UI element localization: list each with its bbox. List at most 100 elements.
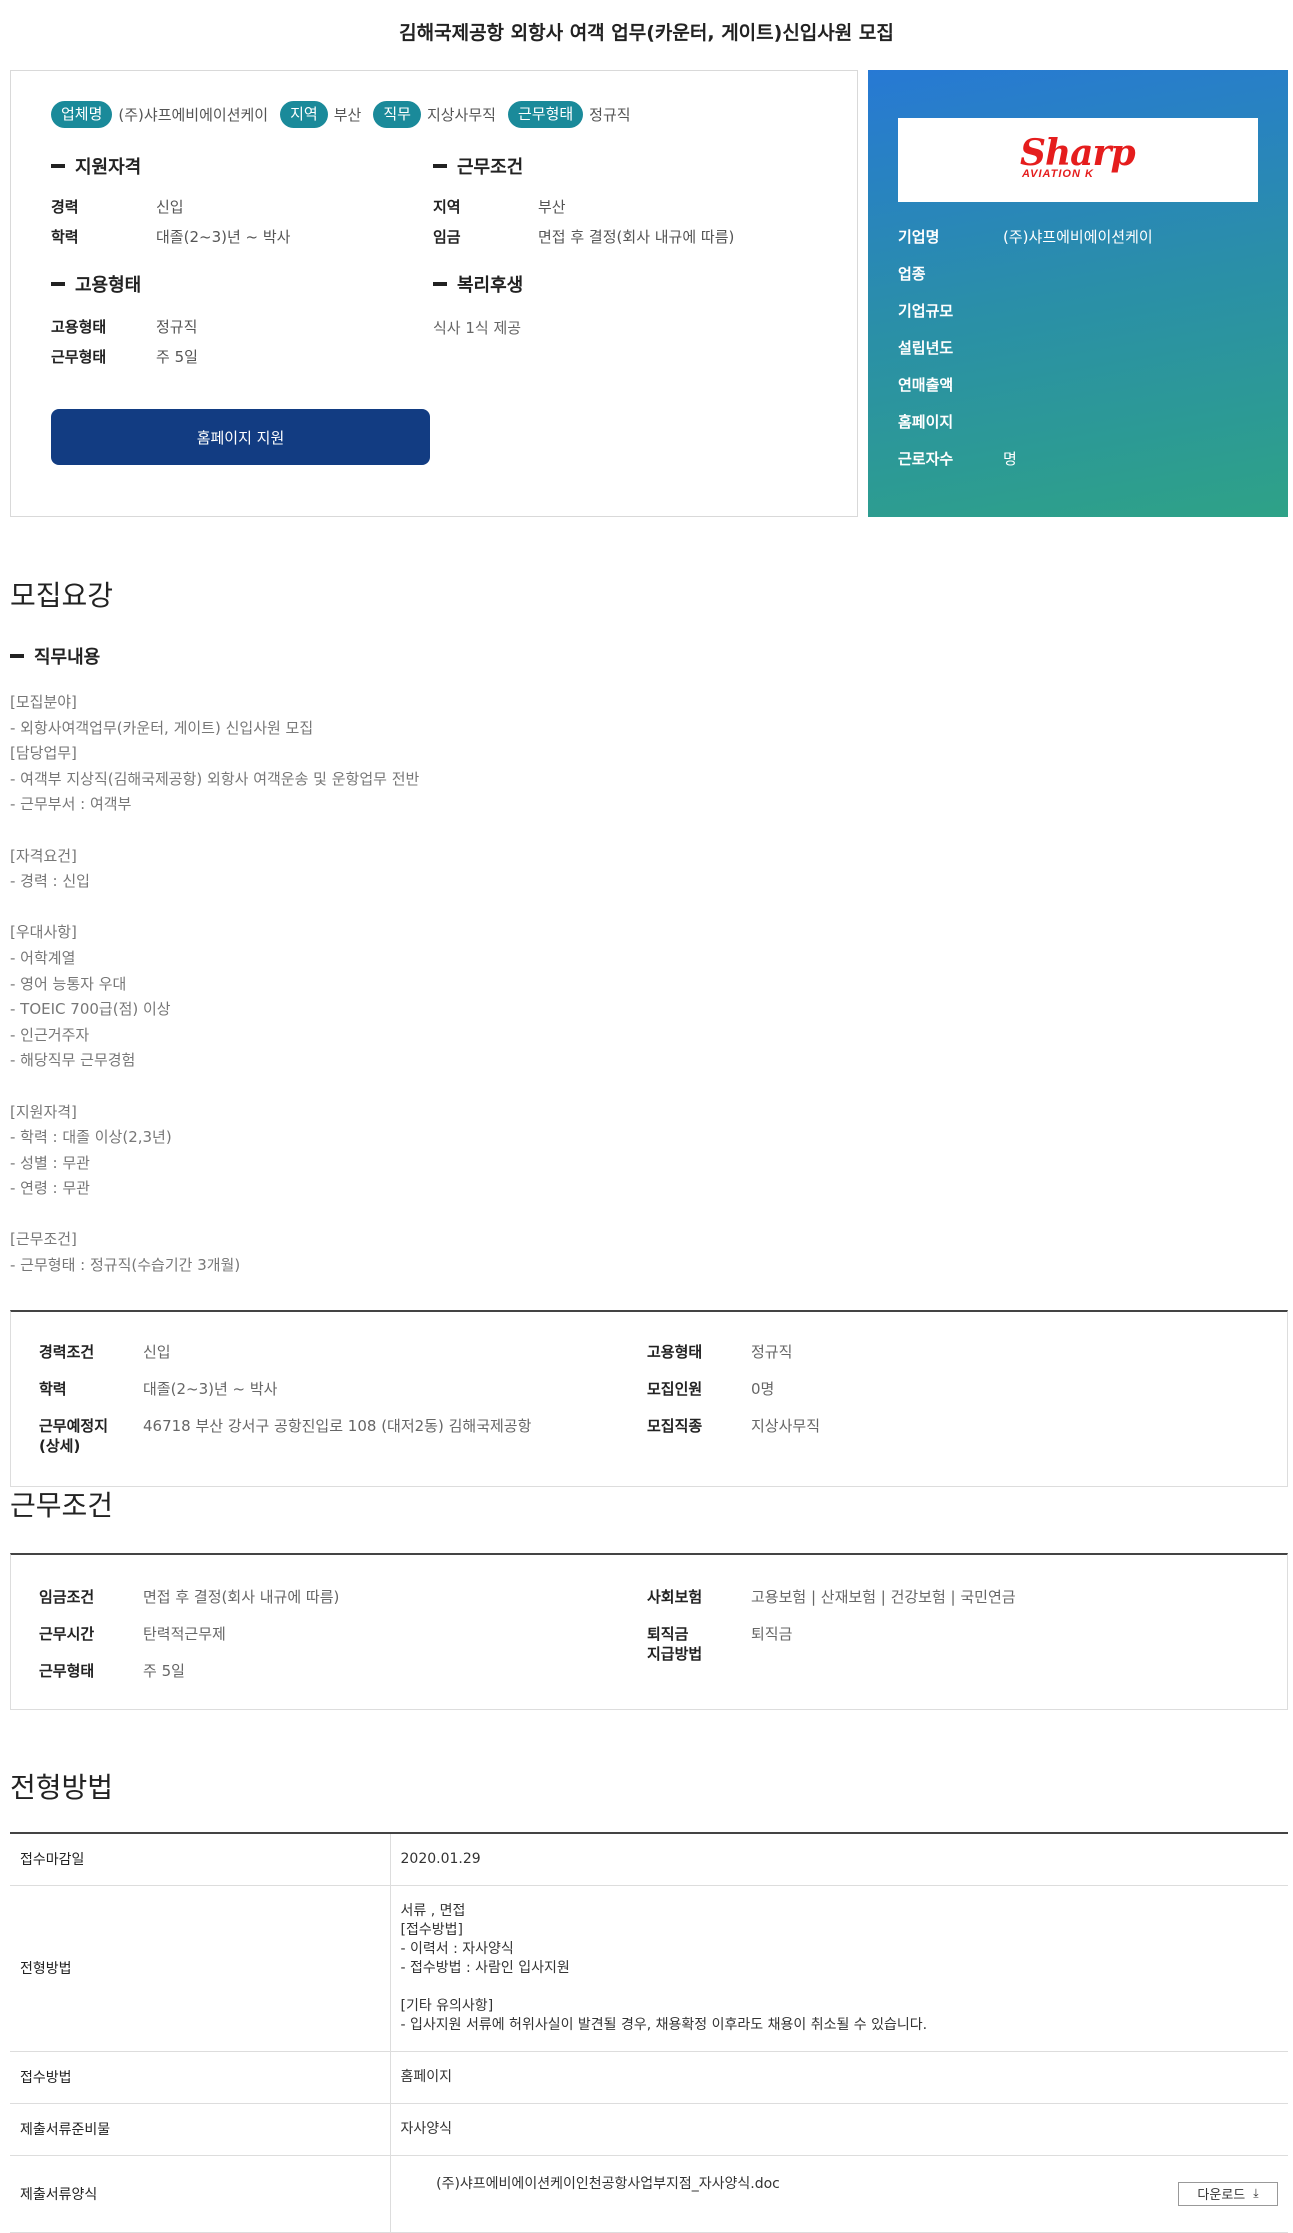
table-row: 접수방법 홈페이지 <box>10 2051 1288 2104</box>
tag-worktype-label: 근무형태 <box>507 101 584 128</box>
job-description: [모집분야] - 외항사여객업무(카운터, 게이트) 신입사원 모집 [담당업무… <box>10 693 420 1275</box>
table-row: 제출서류양식 (주)샤프에비에이션케이인천공항사업부지점_자사양식.doc 다운… <box>10 2155 1288 2233</box>
job-content-heading: 직무내용 <box>10 643 100 669</box>
job-summary-card: 업체명 (주)샤프에비에이션케이 지역 부산 직무 지상사무직 근무형태 정규직… <box>10 70 858 517</box>
table-row: 제출서류준비물 자사양식 <box>10 2103 1288 2156</box>
company-employees-value: 명 <box>1003 450 1017 468</box>
company-row-name: 기업명 (주)샤프에비에이션케이 <box>898 226 1153 247</box>
work-conditions-heading: 근무조건 <box>10 1489 114 1522</box>
welfare-heading-text: 복리후생 <box>457 275 524 296</box>
dash-marker <box>51 282 65 286</box>
wage-row: 임금 면접 후 결정(회사 내규에 따름) <box>433 227 734 247</box>
workplace-value: 46718 부산 강서구 공항진입로 108 (대저2동) 김해국제공항 <box>143 1417 532 1435</box>
job-content-heading-text: 직무내용 <box>34 647 101 668</box>
form-file-name[interactable]: (주)샤프에비에이션케이인천공항사업부지점_자사양식.doc <box>436 2176 780 2192</box>
homepage-apply-button[interactable]: 홈페이지 지원 <box>51 409 430 465</box>
table-row: 전형방법 서류 , 면접 [접수방법] - 이력서 : 자사양식 - 접수방법 … <box>10 1885 1288 2052</box>
company-row-size: 기업규모 <box>898 300 1003 321</box>
severance-value: 퇴직금 <box>751 1625 793 1643</box>
recruit-heading: 모집요강 <box>10 579 114 612</box>
logo-text: Sharp <box>1020 132 1136 174</box>
dash-marker <box>10 654 24 658</box>
page-title: 김해국제공항 외항사 여객 업무(카운터, 게이트)신입사원 모집 <box>399 22 894 44</box>
welfare-text: 식사 1식 제공 <box>433 319 522 337</box>
company-homepage-label: 홈페이지 <box>898 413 954 431</box>
career-row: 경력 신입 <box>51 197 184 217</box>
career-label: 경력 <box>51 198 79 216</box>
emp-type-value: 정규직 <box>751 1343 793 1361</box>
form-file-label: 제출서류양식 <box>10 2155 391 2233</box>
insurance-value: 고용보험 | 산재보험 | 건강보험 | 국민연금 <box>751 1588 1016 1606</box>
process-heading: 전형방법 <box>10 1771 114 1804</box>
tag-region-value: 부산 <box>333 106 362 124</box>
company-card: Sharp AVIATION K 기업명 (주)샤프에비에이션케이 업종 기업규모… <box>868 70 1288 517</box>
edu-value: 대졸(2~3)년 ~ 박사 <box>143 1380 278 1398</box>
company-name-label: 기업명 <box>898 228 940 246</box>
edu-label: 학력 <box>39 1380 67 1398</box>
region-label: 지역 <box>433 198 461 216</box>
education-row: 학력 대졸(2~3)년 ~ 박사 <box>51 227 290 247</box>
region-row: 지역 부산 <box>433 197 566 217</box>
job-category-label: 모집직종 <box>647 1417 703 1435</box>
dash-marker <box>51 164 65 168</box>
company-employees-label: 근로자수 <box>898 450 954 468</box>
emp-type-label: 고용형태 <box>647 1343 703 1361</box>
selection-method-label: 전형방법 <box>10 1885 391 2052</box>
employment-heading-text: 고용형태 <box>75 275 142 296</box>
welfare-heading: 복리후생 <box>433 271 523 297</box>
wage-label: 임금 <box>433 228 461 246</box>
selection-method-value: 서류 , 면접 [접수방법] - 이력서 : 자사양식 - 접수방법 : 사람인… <box>390 1885 1288 2052</box>
work-conditions-box: 임금조건 면접 후 결정(회사 내규에 따름) 사회보험 고용보험 | 산재보험… <box>10 1553 1288 1710</box>
conditions-heading: 근무조건 <box>433 153 523 179</box>
company-logo: Sharp AVIATION K <box>1020 134 1140 186</box>
download-label: 다운로드 <box>1197 2188 1246 2203</box>
employment-type-label: 고용형태 <box>51 318 107 336</box>
wage-cond-label: 임금조건 <box>39 1588 95 1606</box>
hours-label: 근무시간 <box>39 1625 95 1643</box>
work-type2-label: 근무형태 <box>39 1662 95 1680</box>
deadline-label: 접수마감일 <box>10 1833 391 1886</box>
headcount-value: 0명 <box>751 1380 775 1398</box>
region-value: 부산 <box>538 198 566 216</box>
employment-type-value: 정규직 <box>156 318 198 336</box>
table-row: 접수마감일 2020.01.29 <box>10 1833 1288 1886</box>
company-founded-label: 설립년도 <box>898 339 954 357</box>
company-size-label: 기업규모 <box>898 302 954 320</box>
career-value: 신입 <box>156 198 184 216</box>
recruit-info-box: 경력조건 신입 고용형태 정규직 학력 대졸(2~3)년 ~ 박사 모집인원 0… <box>10 1310 1288 1487</box>
company-row-revenue: 연매출액 <box>898 374 1003 395</box>
work-type2-value: 주 5일 <box>143 1662 185 1680</box>
company-row-founded: 설립년도 <box>898 337 1003 358</box>
insurance-label: 사회보험 <box>647 1588 703 1606</box>
education-label: 학력 <box>51 228 79 246</box>
documents-label: 제출서류준비물 <box>10 2103 391 2156</box>
qualification-heading: 지원자격 <box>51 153 141 179</box>
tag-company-value: (주)샤프에비에이션케이 <box>118 106 269 124</box>
employment-type-row: 고용형태 정규직 <box>51 317 197 337</box>
wage-value: 면접 후 결정(회사 내규에 따름) <box>538 228 735 246</box>
headcount-label: 모집인원 <box>647 1380 703 1398</box>
workplace-label: 근무예정지 (상세) <box>39 1417 109 1455</box>
logo-subtext: AVIATION K <box>1022 168 1094 180</box>
employment-heading: 고용형태 <box>51 271 141 297</box>
severance-label: 퇴직금 지급방법 <box>647 1625 703 1663</box>
process-table: 접수마감일 2020.01.29 전형방법 서류 , 면접 [접수방법] - 이… <box>10 1832 1288 2233</box>
download-icon: ⤓ <box>1253 2186 1259 2200</box>
company-row-homepage: 홈페이지 <box>898 411 1003 432</box>
education-value: 대졸(2~3)년 ~ 박사 <box>156 228 291 246</box>
hours-value: 탄력적근무제 <box>143 1625 226 1643</box>
apply-method-value: 홈페이지 <box>390 2051 1288 2104</box>
download-button[interactable]: 다운로드 ⤓ <box>1178 2181 1278 2206</box>
company-name-value: (주)샤프에비에이션케이 <box>1003 228 1153 246</box>
apply-method-label: 접수방법 <box>10 2051 391 2104</box>
company-row-employees: 근로자수 명 <box>898 448 1017 469</box>
tag-row: 업체명 (주)샤프에비에이션케이 지역 부산 직무 지상사무직 근무형태 정규직 <box>51 101 643 128</box>
tag-region-label: 지역 <box>280 101 328 128</box>
form-file-cell: (주)샤프에비에이션케이인천공항사업부지점_자사양식.doc 다운로드 ⤓ <box>390 2155 1288 2233</box>
deadline-value: 2020.01.29 <box>390 1833 1288 1886</box>
career-cond-value: 신입 <box>143 1343 171 1361</box>
dash-marker <box>433 282 447 286</box>
page: 김해국제공항 외항사 여객 업무(카운터, 게이트)신입사원 모집 업체명 (주… <box>0 0 1293 2233</box>
tag-company-label: 업체명 <box>51 101 113 128</box>
work-type-label: 근무형태 <box>51 348 107 366</box>
